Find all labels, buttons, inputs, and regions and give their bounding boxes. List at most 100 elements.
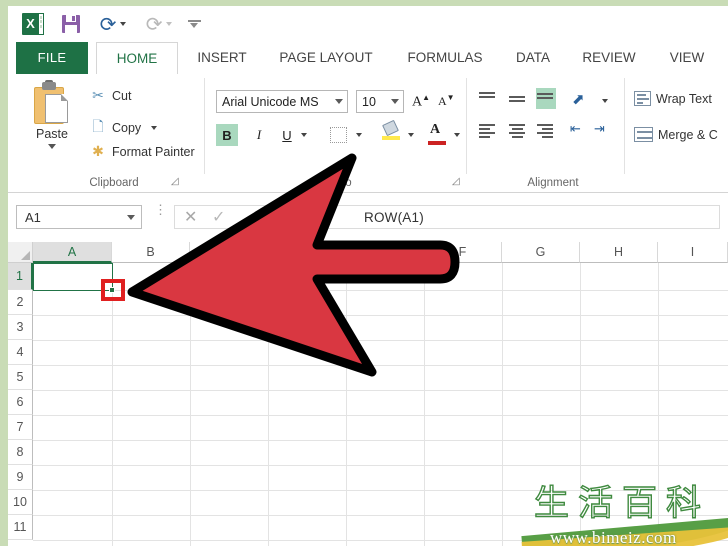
excel-logo-letter: X: [26, 16, 35, 31]
save-icon[interactable]: [62, 15, 80, 33]
merge-center-icon: [634, 127, 653, 142]
confirm-formula-icon[interactable]: ✓: [212, 209, 225, 225]
font-size-input[interactable]: 10: [356, 90, 404, 113]
font-dialog-launcher[interactable]: ◿: [452, 176, 463, 187]
row-header-1[interactable]: 1: [8, 263, 33, 290]
excel-logo-icon: X: [22, 12, 44, 36]
clipboard-group-label: Clipboard: [89, 177, 139, 189]
column-header-I[interactable]: I: [658, 242, 728, 263]
paste-button[interactable]: Paste: [22, 80, 82, 170]
underline-dropdown-icon[interactable]: [301, 133, 307, 137]
format-painter-label: Format Painter: [112, 145, 195, 159]
formula-input[interactable]: [174, 205, 720, 229]
column-header-C[interactable]: C: [190, 242, 268, 263]
tab-insert[interactable]: INSERT: [183, 42, 261, 74]
tab-data[interactable]: DATA: [502, 42, 564, 74]
font-size-value: 10: [362, 94, 376, 109]
align-bottom-button[interactable]: [536, 88, 556, 109]
tab-view[interactable]: VIEW: [656, 42, 718, 74]
font-color-dropdown-icon[interactable]: [454, 133, 460, 137]
fill-handle-highlight-box: [101, 279, 125, 301]
merge-center-button[interactable]: Merge & C: [634, 127, 718, 142]
excel-window: X ⟲ ⟳ FILE HOME INSERT PAGE LAYOUT FORMU…: [8, 6, 728, 546]
column-header-F[interactable]: F: [424, 242, 502, 263]
formula-text: ROW(A1): [364, 210, 424, 225]
font-color-icon[interactable]: A: [430, 122, 440, 138]
row-header-4[interactable]: 4: [8, 340, 33, 365]
borders-dropdown-icon[interactable]: [356, 133, 362, 137]
column-header-D[interactable]: D: [268, 242, 346, 263]
row-header-5[interactable]: 5: [8, 365, 33, 390]
select-all-corner[interactable]: [8, 242, 33, 263]
tab-page-layout[interactable]: PAGE LAYOUT: [263, 42, 389, 74]
row-header-9[interactable]: 9: [8, 465, 33, 490]
column-header-E[interactable]: E: [346, 242, 424, 263]
orientation-icon[interactable]: ⬈: [572, 90, 585, 108]
undo-button[interactable]: ⟲: [100, 12, 126, 36]
cut-label: Cut: [112, 89, 132, 103]
paste-icon: [32, 80, 72, 126]
font-name-value: Arial Unicode MS: [222, 94, 319, 109]
paste-dropdown-icon[interactable]: [48, 144, 56, 149]
wrap-text-button[interactable]: Wrap Text: [634, 91, 712, 106]
increase-indent-icon[interactable]: ⇥: [594, 122, 605, 137]
quick-access-toolbar: X ⟲ ⟳: [8, 6, 728, 42]
underline-button[interactable]: U: [276, 124, 298, 146]
scissors-icon: ✂: [92, 88, 104, 104]
customize-qat-icon[interactable]: [187, 20, 201, 28]
borders-icon[interactable]: [330, 127, 347, 143]
undo-icon: ⟲: [100, 12, 117, 36]
redo-dropdown-icon[interactable]: [165, 22, 172, 26]
name-box-value: A1: [25, 209, 41, 225]
redo-button[interactable]: ⟳: [146, 14, 172, 34]
align-center-button[interactable]: [508, 122, 528, 139]
name-box-dropdown-icon[interactable]: [127, 214, 135, 220]
font-group-label: Fo: [338, 177, 352, 189]
orientation-dropdown-icon[interactable]: [602, 99, 608, 103]
row-header-8[interactable]: 8: [8, 440, 33, 465]
wrap-text-label: Wrap Text: [656, 91, 712, 106]
column-header-A[interactable]: A: [33, 242, 112, 263]
fill-color-icon[interactable]: [382, 119, 402, 142]
copy-button[interactable]: 🗋 Copy: [88, 116, 158, 140]
align-top-button[interactable]: [478, 90, 498, 107]
row-header-7[interactable]: 7: [8, 415, 33, 440]
row-header-10[interactable]: 10: [8, 490, 33, 515]
tab-formulas[interactable]: FORMULAS: [390, 42, 500, 74]
font-name-dropdown-icon[interactable]: [335, 99, 343, 104]
name-box[interactable]: A1: [16, 205, 142, 229]
align-middle-button[interactable]: [508, 90, 528, 107]
align-right-button[interactable]: [536, 122, 556, 139]
formula-bar-handle[interactable]: ⋮: [154, 203, 167, 227]
copy-dropdown-icon[interactable]: [151, 126, 158, 130]
bold-button[interactable]: B: [216, 124, 238, 146]
font-name-input[interactable]: Arial Unicode MS: [216, 90, 348, 113]
watermark: 生活百科 www.bimeiz.com: [521, 482, 728, 546]
row-header-3[interactable]: 3: [8, 315, 33, 340]
watermark-title: 生活百科: [533, 483, 711, 524]
font-size-dropdown-icon[interactable]: [391, 99, 399, 104]
italic-button[interactable]: I: [248, 124, 270, 146]
column-header-G[interactable]: G: [502, 242, 580, 263]
tab-home[interactable]: HOME: [96, 42, 178, 75]
clipboard-dialog-launcher[interactable]: ◿: [171, 176, 182, 187]
column-header-B[interactable]: B: [112, 242, 190, 263]
fill-color-dropdown-icon[interactable]: [408, 133, 414, 137]
tab-review[interactable]: REVIEW: [568, 42, 650, 74]
decrease-indent-icon[interactable]: ⇤: [570, 122, 581, 137]
align-left-button[interactable]: [478, 122, 498, 139]
tab-file[interactable]: FILE: [16, 42, 88, 74]
group-separator-3: [624, 78, 625, 174]
increase-font-size-button[interactable]: A▲: [412, 93, 430, 111]
row-header-2[interactable]: 2: [8, 290, 33, 315]
undo-dropdown-icon[interactable]: [119, 22, 126, 26]
row-header-11[interactable]: 11: [8, 515, 33, 540]
ribbon-tabs: FILE HOME INSERT PAGE LAYOUT FORMULAS DA…: [8, 42, 728, 75]
merge-center-label: Merge & C: [658, 127, 718, 142]
decrease-font-size-button[interactable]: A▼: [438, 93, 455, 109]
row-header-6[interactable]: 6: [8, 390, 33, 415]
format-painter-button[interactable]: ✱ Format Painter: [88, 144, 195, 160]
column-header-H[interactable]: H: [580, 242, 658, 263]
cancel-formula-icon[interactable]: ✕: [184, 209, 197, 225]
cut-button[interactable]: ✂ Cut: [88, 88, 131, 104]
